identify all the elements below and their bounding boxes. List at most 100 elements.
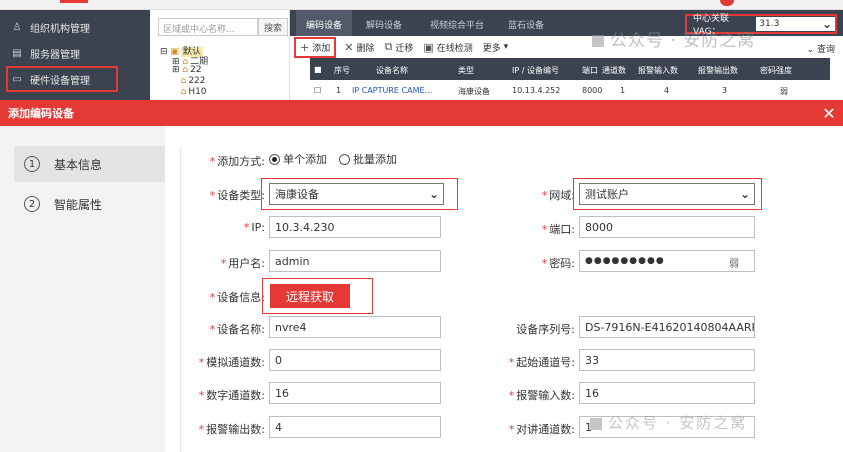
tab-decoder[interactable]: 解码设备 bbox=[366, 18, 402, 31]
top-accent bbox=[60, 0, 88, 3]
cell-alarm-out: 3 bbox=[722, 86, 728, 95]
domain-label: * 网域: bbox=[541, 189, 575, 202]
hardware-icon: ▭ bbox=[12, 73, 22, 85]
table-row[interactable]: ☐ 1 IP CAPTURE CAME... 海康设备 10.13.4.252 … bbox=[310, 82, 830, 100]
nav-item-label: 组织机构管理 bbox=[30, 23, 90, 35]
dialog-title: 添加编码设备 bbox=[8, 107, 74, 120]
alarm-outputs-input[interactable]: 4 bbox=[269, 416, 441, 438]
col-header: IP / 设备编号 bbox=[512, 66, 559, 75]
cell-strength: 弱 bbox=[780, 87, 788, 96]
dialog-sidebar: 1 基本信息 2 智能属性 bbox=[0, 126, 165, 452]
home-icon: ⌂ bbox=[180, 87, 187, 97]
nav-item-label: 服务器管理 bbox=[30, 49, 80, 61]
radio-batch-add[interactable]: 批量添加 bbox=[339, 151, 397, 167]
alarm-inputs-input[interactable]: 16 bbox=[579, 382, 755, 404]
tree-node[interactable]: ⌂ H10 bbox=[172, 87, 207, 97]
home-icon: ⌂ bbox=[180, 76, 187, 86]
wechat-icon bbox=[590, 417, 602, 430]
monitor-icon: ▣ bbox=[423, 40, 434, 54]
analog-channels-label: * 模拟通道数: bbox=[198, 356, 265, 369]
toolbar: + 添加 ✕ 删除 ⧉ 迁移 ▣ 在线检测 更多 ▾ ⌄ 查询 bbox=[290, 36, 843, 58]
intercom-channels-label: * 对讲通道数: bbox=[508, 423, 575, 436]
col-header: 密码强度 bbox=[760, 66, 792, 75]
cell-ip: 10.13.4.252 bbox=[512, 86, 561, 95]
cell-alarm-in: 4 bbox=[664, 86, 670, 95]
add-button[interactable]: + 添加 bbox=[293, 36, 337, 58]
vag-select[interactable]: 31.3 ⌄ bbox=[756, 17, 835, 31]
caret-down-icon: ▾ bbox=[500, 42, 509, 52]
watermark: 公众号 · 安防之窝 bbox=[590, 412, 747, 433]
tree-search-input[interactable]: 区域或中心名称... bbox=[158, 18, 258, 36]
username-input[interactable]: admin bbox=[269, 250, 441, 272]
chevron-down-icon: ⌄ bbox=[821, 17, 832, 31]
top-strip bbox=[0, 0, 843, 10]
radio-single-add[interactable]: 单个添加 bbox=[269, 151, 327, 167]
radio-dot bbox=[269, 153, 280, 165]
col-header: 类型 bbox=[458, 66, 474, 75]
device-type-value: 海康设备 bbox=[275, 188, 319, 201]
org-icon: ♙ bbox=[12, 21, 22, 33]
tab-video-platform[interactable]: 视频综合平台 bbox=[430, 18, 484, 31]
grid-header: ■ 序号 设备名称 类型 IP / 设备编号 端口 通道数 报警输入数 报警输出… bbox=[310, 58, 830, 80]
tab-basic-info[interactable]: 1 基本信息 bbox=[14, 146, 165, 182]
left-nav: ♙ 组织机构管理 ▤ 服务器管理 ▭ 硬件设备管理 bbox=[0, 10, 150, 100]
dialog-header: 添加编码设备 ✕ bbox=[0, 100, 843, 126]
migrate-button[interactable]: ⧉ 迁移 bbox=[384, 40, 413, 54]
domain-select[interactable]: 测试账户 ⌄ bbox=[579, 183, 755, 205]
query-button[interactable]: ⌄ 查询 bbox=[807, 42, 835, 55]
delete-icon: ✕ bbox=[344, 40, 354, 54]
serial-input[interactable]: DS-7916N-E41620140804AARR bbox=[579, 316, 755, 338]
nav-item-server[interactable]: ▤ 服务器管理 bbox=[0, 40, 150, 66]
chevron-down-icon: ⌄ bbox=[806, 45, 815, 55]
select-all-checkbox[interactable]: ■ bbox=[314, 65, 322, 74]
home-icon: ⌂ bbox=[182, 65, 189, 75]
tab-encoder[interactable]: 编码设备 bbox=[296, 10, 353, 36]
port-label: * 端口: bbox=[541, 223, 575, 236]
password-strength: 弱 bbox=[729, 259, 739, 270]
cell-channels: 1 bbox=[620, 86, 626, 95]
step-one-icon: 1 bbox=[24, 156, 40, 172]
watermark: 公众号 · 安防之窝 bbox=[592, 26, 755, 51]
analog-channels-input[interactable]: 0 bbox=[269, 349, 441, 371]
cell-type: 海康设备 bbox=[458, 87, 490, 96]
alarm-outputs-label: * 报警输出数: bbox=[198, 423, 265, 436]
nav-item-org[interactable]: ♙ 组织机构管理 bbox=[0, 14, 150, 40]
col-header: 通道数 bbox=[602, 66, 626, 75]
vag-value: 31.3 bbox=[759, 19, 780, 29]
online-check-button[interactable]: ▣ 在线检测 bbox=[423, 41, 472, 54]
row-checkbox[interactable]: ☐ bbox=[314, 86, 321, 95]
digital-channels-label: * 数字通道数: bbox=[198, 389, 265, 402]
chevron-down-icon: ⌄ bbox=[428, 187, 439, 201]
side-tab-label: 基本信息 bbox=[54, 157, 103, 172]
tree-node[interactable]: ⊞ ⌂ 22 bbox=[172, 65, 202, 75]
side-tab-label: 智能属性 bbox=[54, 197, 103, 212]
remote-fetch-button[interactable]: 远程获取 bbox=[270, 284, 350, 308]
username-label: * 用户名: bbox=[220, 257, 265, 270]
digital-channels-input[interactable]: 16 bbox=[269, 382, 441, 404]
tree-node[interactable]: ⌂ 222 bbox=[172, 76, 206, 86]
cell-index: 1 bbox=[336, 86, 342, 95]
ip-input[interactable]: 10.3.4.230 bbox=[269, 216, 441, 238]
port-input[interactable]: 8000 bbox=[579, 216, 755, 238]
server-icon: ▤ bbox=[12, 47, 22, 59]
device-type-select[interactable]: 海康设备 ⌄ bbox=[269, 183, 444, 205]
migrate-icon: ⧉ bbox=[384, 40, 393, 53]
tree-pane: 区域或中心名称... 搜索 ⊟ ▣ 默认 ⊞ ⌂ 二期 ⊞ ⌂ 22 ⌂ 222 ⌂ H1… bbox=[150, 10, 290, 100]
start-channel-input[interactable]: 33 bbox=[579, 349, 755, 371]
add-encoder-dialog: 添加编码设备 ✕ 1 基本信息 2 智能属性 * 添加方式: 单个添加 批量添加 … bbox=[0, 100, 843, 452]
cell-name[interactable]: IP CAPTURE CAME... bbox=[352, 86, 432, 95]
nav-item-hardware[interactable]: ▭ 硬件设备管理 bbox=[6, 66, 118, 92]
start-channel-label: * 起始通道号: bbox=[508, 356, 575, 369]
col-header: 序号 bbox=[334, 66, 350, 75]
wechat-icon bbox=[592, 35, 604, 47]
tree-search-button[interactable]: 搜索 bbox=[258, 18, 288, 36]
close-icon[interactable]: ✕ bbox=[819, 103, 839, 123]
main-pane: 编码设备 解码设备 视频综合平台 蓝石设备 中心关联VAG： 31.3 ⌄ + 添… bbox=[290, 10, 843, 100]
more-button[interactable]: 更多 ▾ bbox=[483, 41, 508, 54]
tab-smart-attributes[interactable]: 2 智能属性 bbox=[14, 186, 165, 222]
device-name-input[interactable]: nvre4 bbox=[269, 316, 441, 338]
delete-button[interactable]: ✕ 删除 bbox=[344, 41, 374, 54]
alarm-inputs-label: * 报警输入数: bbox=[508, 389, 575, 402]
tab-blue-stone[interactable]: 蓝石设备 bbox=[508, 18, 544, 31]
col-header: 报警输入数 bbox=[638, 66, 678, 75]
